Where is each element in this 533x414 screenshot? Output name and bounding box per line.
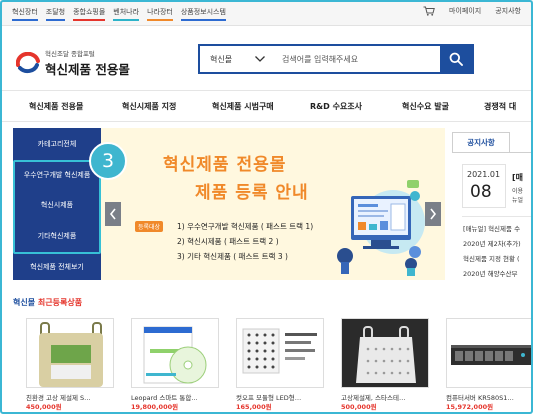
product-led-module-image — [242, 328, 317, 374]
product-price: 19,800,000원 — [131, 403, 179, 411]
product-price: 450,000원 — [26, 403, 62, 411]
product-image[interactable] — [236, 318, 324, 388]
site-underline — [147, 19, 173, 21]
site-underline — [73, 19, 106, 21]
search-icon — [449, 52, 463, 66]
site-link-label: 상품정보시스템 — [180, 8, 226, 16]
search-category-select[interactable]: 혁신몰 — [210, 54, 250, 65]
notice-headline-line: 뉴얼 — [512, 197, 524, 204]
notice-list-item[interactable]: 2020년 해양수산부 — [463, 268, 518, 278]
notice-panel: 공지사항 2021.01 08 [매 이용 뉴얼 [매뉴얼] 혁신제품 수 20… — [452, 132, 533, 280]
product-image[interactable] — [26, 318, 114, 388]
notice-month: 2021.01 — [467, 170, 501, 179]
nav-item-prototype-designation[interactable]: 혁신시제품 지정 — [122, 101, 176, 112]
product-bulk-bag-image — [39, 322, 103, 387]
category-highlight-box — [13, 160, 101, 254]
search-input[interactable] — [282, 54, 432, 64]
notice-divider — [462, 216, 533, 217]
search-button[interactable] — [440, 45, 472, 73]
notice-link[interactable]: 공지사항 — [495, 6, 521, 16]
product-server-image — [451, 345, 531, 365]
product-image[interactable] — [446, 318, 533, 388]
banner-illustration — [337, 180, 425, 276]
nav-item-pilot-purchase[interactable]: 혁신제품 시범구매 — [212, 101, 274, 112]
banner-subtitle: 제품 등록 안내 — [195, 183, 309, 203]
site-underline — [12, 19, 38, 21]
logo-title: 혁신제품 전용몰 — [45, 62, 130, 77]
notice-headline-line: 이용 — [512, 188, 524, 195]
nav-item-innovation-mall[interactable]: 혁신제품 전용몰 — [29, 101, 83, 112]
banner-title: 혁신제품 전용몰 — [163, 155, 287, 175]
banner-line: 1) 우수연구개발 혁신제품 ( 패스트 트랙 1) — [177, 222, 314, 231]
site-link-label: 종합쇼핑몰 — [73, 8, 106, 16]
tab-divider — [452, 152, 533, 153]
chevron-left-icon — [109, 208, 116, 220]
site-underline — [180, 19, 226, 21]
site-underline — [113, 19, 140, 21]
banner-tag: 등록대상 — [135, 221, 164, 232]
main-nav: 혁신제품 전용몰 혁신시제품 지정 혁신제품 시범구매 R&D 수요조사 혁신수… — [0, 90, 533, 122]
logo-text: 혁신조달 종합포털 혁신제품 전용몰 — [45, 48, 130, 78]
site-link-nara-jangteo[interactable]: 나라장터 — [147, 7, 173, 21]
product-image[interactable] — [341, 318, 429, 388]
nav-item-competitive[interactable]: 경쟁적 대 — [484, 101, 516, 112]
mypage-link[interactable]: 마이페이지 — [449, 6, 481, 16]
utility-links: 마이페이지 공지사항 — [423, 6, 521, 16]
banner-line: 2) 혁신시제품 ( 패스트 트랙 2 ) — [177, 237, 279, 246]
notice-day: 08 — [470, 182, 492, 202]
recent-title-prefix: 혁신몰 — [13, 298, 36, 307]
product-image[interactable] — [131, 318, 219, 388]
notice-list-item[interactable]: 혁신제품 지정 현황 ( — [463, 253, 520, 263]
site-link-label: 조달청 — [45, 8, 66, 16]
logo-emblem-icon — [16, 52, 40, 74]
site-link-label: 혁신장터 — [12, 8, 38, 16]
category-all[interactable]: 카테고리전체 — [13, 139, 101, 149]
product-price: 165,000원 — [236, 403, 272, 411]
banner-next-button[interactable] — [425, 202, 441, 226]
product-price: 500,000원 — [341, 403, 377, 411]
site-link-hyeoksin-jangteo[interactable]: 혁신장터 — [12, 7, 38, 21]
site-link-shopping-mall[interactable]: 종합쇼핑몰 — [73, 7, 106, 21]
promo-banner[interactable]: 혁신제품 전용몰 제품 등록 안내 등록대상 1) 우수연구개발 혁신제품 ( … — [101, 128, 445, 280]
product-price: 15,972,000원 — [446, 403, 494, 411]
chevron-right-icon — [430, 208, 437, 220]
top-bar: 혁신장터 조달청 종합쇼핑몰 벤처나라 나라장터 상품정보시스템 마이페이지 공… — [0, 0, 533, 26]
notice-date-box: 2021.01 08 — [462, 164, 506, 208]
search-bar: 혁신몰 — [198, 44, 474, 74]
site-link-product-info[interactable]: 상품정보시스템 — [180, 7, 226, 21]
site-logo[interactable]: 혁신조달 종합포털 혁신제품 전용몰 — [16, 48, 130, 78]
family-site-links: 혁신장터 조달청 종합쇼핑몰 벤처나라 나라장터 상품정보시스템 — [12, 7, 226, 21]
tab-notice[interactable]: 공지사항 — [452, 132, 510, 152]
nav-item-rnd-survey[interactable]: R&D 수요조사 — [310, 101, 362, 112]
step-number-badge: 3 — [89, 142, 127, 180]
banner-line: 3) 기타 혁신제품 ( 패스트 트랙 3 ) — [177, 252, 288, 261]
notice-headline[interactable]: [매 — [512, 172, 523, 183]
site-link-label: 벤처나라 — [113, 8, 140, 16]
shopping-cart-icon[interactable] — [423, 6, 435, 16]
recent-title-suffix: 최근등록상품 — [37, 298, 83, 307]
product-deicer-bag-image — [342, 319, 428, 387]
site-link-venture-nara[interactable]: 벤처나라 — [113, 7, 140, 21]
site-underline — [45, 19, 66, 21]
recent-products-title: 혁신몰 최근등록상품 — [13, 297, 82, 308]
logo-subtitle: 혁신조달 종합포털 — [45, 50, 95, 58]
site-link-label: 나라장터 — [147, 8, 173, 16]
banner-prev-button[interactable] — [105, 202, 121, 226]
notice-list-item[interactable]: [매뉴얼] 혁신제품 수 — [463, 223, 520, 233]
product-software-box-image — [143, 326, 207, 384]
nav-item-demand-discovery[interactable]: 혁신수요 발굴 — [402, 101, 449, 112]
notice-list-item[interactable]: 2020년 제2차(추가) — [463, 238, 521, 248]
category-view-all[interactable]: 혁신제품 전체보기 — [13, 262, 101, 272]
site-link-pps[interactable]: 조달청 — [45, 7, 66, 21]
chevron-down-icon[interactable] — [254, 54, 266, 64]
